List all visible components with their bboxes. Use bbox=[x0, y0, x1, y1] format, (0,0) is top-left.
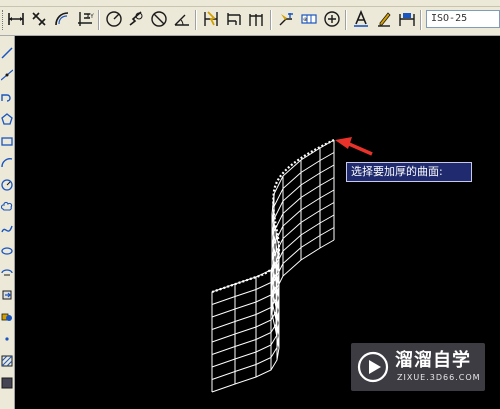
watermark-subtitle: ZIXUE.3D66.COM bbox=[397, 373, 481, 382]
baseline-dimension-icon[interactable] bbox=[224, 9, 244, 29]
toolbar-separator bbox=[195, 10, 197, 30]
ellipse-icon[interactable] bbox=[0, 242, 14, 260]
arc-length-dimension-icon[interactable] bbox=[52, 9, 72, 29]
pointer-arrow bbox=[335, 137, 373, 156]
tolerance-icon[interactable]: ⊕ bbox=[299, 9, 319, 29]
aligned-dimension-icon[interactable] bbox=[29, 9, 49, 29]
quick-leader-icon[interactable] bbox=[276, 9, 296, 29]
continue-dimension-icon[interactable] bbox=[247, 9, 267, 29]
ellipse-arc-icon[interactable] bbox=[0, 264, 14, 282]
polyline-icon[interactable] bbox=[0, 88, 14, 106]
watermark-logo: 溜溜自学 ZIXUE.3D66.COM bbox=[351, 343, 485, 391]
hatch-icon[interactable] bbox=[0, 352, 14, 370]
dimension-text-edit-icon[interactable] bbox=[374, 9, 394, 29]
diameter-dimension-icon[interactable] bbox=[149, 9, 169, 29]
toolbar-separator bbox=[345, 10, 347, 30]
point-icon[interactable] bbox=[0, 330, 14, 348]
circle-icon[interactable] bbox=[0, 176, 14, 194]
draw-toolbar bbox=[0, 36, 15, 409]
dimension-toolbar: XY ⊕ ISO-25 bbox=[0, 0, 500, 36]
insert-block-icon[interactable] bbox=[0, 286, 14, 304]
play-logo-icon bbox=[357, 351, 389, 383]
revision-cloud-icon[interactable] bbox=[0, 198, 14, 216]
dimension-style-dropdown[interactable]: ISO-25 bbox=[426, 10, 500, 28]
angular-dimension-icon[interactable] bbox=[172, 9, 192, 29]
arc-icon[interactable] bbox=[0, 154, 14, 172]
line-icon[interactable] bbox=[0, 44, 14, 62]
dimension-edit-icon[interactable] bbox=[351, 9, 371, 29]
polygon-icon[interactable] bbox=[0, 110, 14, 128]
toolbar-separator bbox=[98, 10, 100, 30]
center-mark-icon[interactable] bbox=[322, 9, 342, 29]
gradient-icon[interactable] bbox=[0, 374, 14, 392]
svg-text:XY: XY bbox=[86, 13, 94, 20]
drawing-canvas[interactable]: 选择要加厚的曲面: 溜溜自学 ZIXUE.3D66.COM bbox=[15, 36, 500, 409]
dimension-update-icon[interactable] bbox=[397, 9, 417, 29]
quick-dimension-icon[interactable] bbox=[201, 9, 221, 29]
ordinate-dimension-icon[interactable]: XY bbox=[75, 9, 95, 29]
construction-line-icon[interactable] bbox=[0, 66, 14, 84]
linear-dimension-icon[interactable] bbox=[6, 9, 26, 29]
toolbar-top-strip bbox=[0, 0, 500, 7]
watermark-title: 溜溜自学 bbox=[395, 350, 471, 371]
svg-text:⊕: ⊕ bbox=[303, 17, 307, 23]
spline-icon[interactable] bbox=[0, 220, 14, 238]
toolbar-separator bbox=[270, 10, 272, 30]
radius-dimension-icon[interactable] bbox=[104, 9, 124, 29]
rectangle-icon[interactable] bbox=[0, 132, 14, 150]
toolbar-separator bbox=[420, 10, 422, 30]
command-prompt-tooltip: 选择要加厚的曲面: bbox=[346, 162, 472, 182]
make-block-icon[interactable] bbox=[0, 308, 14, 326]
jogged-dimension-icon[interactable] bbox=[126, 9, 146, 29]
